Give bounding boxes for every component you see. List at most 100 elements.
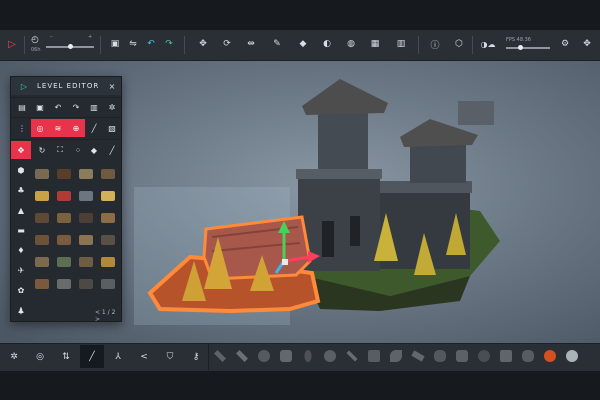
ore-icon[interactable]: [522, 350, 534, 362]
brightness-icon[interactable]: ◐: [320, 36, 334, 52]
info-icon[interactable]: ⓘ: [428, 36, 442, 52]
bottom-divider: [208, 343, 209, 370]
wifi-mode-icon[interactable]: ≋: [49, 119, 67, 137]
bars-icon[interactable]: ⋮: [13, 119, 31, 137]
camera-icon[interactable]: ▣: [108, 36, 122, 52]
play-icon[interactable]: ▷: [4, 34, 20, 54]
cube-icon[interactable]: ⬡: [452, 36, 466, 52]
plate-icon[interactable]: [258, 350, 270, 362]
asset-item[interactable]: [35, 257, 49, 267]
asset-item[interactable]: [35, 213, 49, 223]
scale-icon[interactable]: ⇹: [244, 36, 258, 52]
fence-icon[interactable]: ▬: [11, 221, 31, 239]
asset-item[interactable]: [101, 169, 115, 179]
rotate-icon[interactable]: ↻: [33, 141, 51, 159]
tripod-icon[interactable]: ⅄: [106, 345, 130, 368]
save-icon[interactable]: ▤: [13, 98, 31, 116]
time-slider-knob[interactable]: [68, 44, 73, 49]
expand-icon[interactable]: ✥: [580, 36, 594, 52]
timer-icon[interactable]: ◴: [28, 33, 42, 47]
asset-item[interactable]: [101, 279, 115, 289]
target-mode-icon[interactable]: ◎: [31, 119, 49, 137]
leaf-icon[interactable]: [390, 350, 402, 362]
asset-item[interactable]: [35, 235, 49, 245]
asset-item[interactable]: [35, 169, 49, 179]
asset-item[interactable]: [101, 257, 115, 267]
cross-mode-icon[interactable]: ⊕: [67, 119, 85, 137]
asset-item[interactable]: [79, 191, 93, 201]
time-slider-minus[interactable]: –: [50, 34, 53, 40]
undo-icon[interactable]: ↶: [144, 36, 158, 52]
share-icon[interactable]: <: [132, 345, 156, 368]
camera-icon[interactable]: ▣: [31, 98, 49, 116]
tree-icon[interactable]: ♣: [11, 181, 31, 199]
brick-icon[interactable]: [280, 350, 292, 362]
torch-icon[interactable]: ♦: [11, 241, 31, 259]
route-icon[interactable]: ⇅: [54, 345, 78, 368]
transform-icon[interactable]: ✥: [11, 141, 31, 159]
stone-icon[interactable]: ⬢: [11, 161, 31, 179]
brush-icon[interactable]: ✎: [270, 36, 284, 52]
fullscreen-icon[interactable]: ⛶: [51, 141, 69, 159]
rock-icon[interactable]: [434, 350, 446, 362]
bark-icon[interactable]: [500, 350, 512, 362]
asset-item[interactable]: [57, 235, 71, 245]
asset-item[interactable]: [35, 279, 49, 289]
target-icon[interactable]: ◎: [28, 345, 52, 368]
gear-icon[interactable]: [324, 350, 336, 362]
redo-icon[interactable]: ↷: [67, 98, 85, 116]
moon-icon[interactable]: [566, 350, 578, 362]
asset-item[interactable]: [101, 235, 115, 245]
asset-item[interactable]: [79, 213, 93, 223]
gear-icon[interactable]: ⚙: [558, 36, 572, 52]
bird-icon[interactable]: ✈: [11, 261, 31, 279]
asset-item[interactable]: [57, 191, 71, 201]
trash-icon[interactable]: ▥: [85, 98, 103, 116]
shield-icon[interactable]: ⛉: [158, 345, 182, 368]
asset-item[interactable]: [57, 213, 71, 223]
rotate-icon[interactable]: ⟳: [220, 36, 234, 52]
key-icon[interactable]: ⚷: [184, 345, 208, 368]
lava-icon[interactable]: [544, 350, 556, 362]
asset-item[interactable]: [79, 169, 93, 179]
undo-icon[interactable]: ↶: [49, 98, 67, 116]
grid-icon[interactable]: ▦: [368, 36, 382, 52]
chain-icon[interactable]: [304, 350, 312, 362]
scroll-icon[interactable]: [456, 350, 468, 362]
pen-icon[interactable]: ╱: [103, 141, 121, 159]
mountain-icon[interactable]: ▲: [11, 201, 31, 219]
weather-icon[interactable]: ◑☁: [478, 36, 498, 52]
globe-icon[interactable]: ◍: [344, 36, 358, 52]
play-icon[interactable]: ▷: [15, 77, 33, 95]
gear-icon[interactable]: ✲: [103, 98, 121, 116]
close-icon[interactable]: ×: [103, 77, 121, 95]
trash-icon[interactable]: ▥: [394, 36, 408, 52]
star-icon[interactable]: ✦: [11, 303, 31, 321]
redo-icon[interactable]: ↷: [162, 36, 176, 52]
move-icon[interactable]: ✥: [196, 36, 210, 52]
asset-item[interactable]: [101, 191, 115, 201]
asset-item[interactable]: [101, 213, 115, 223]
asset-item[interactable]: [57, 257, 71, 267]
asset-pager[interactable]: < 1 / 2 >: [95, 309, 121, 323]
fill-icon[interactable]: ◆: [296, 36, 310, 52]
asset-item[interactable]: [79, 279, 93, 289]
stamp-icon[interactable]: [368, 350, 380, 362]
fps-slider[interactable]: [506, 47, 550, 49]
wand-icon[interactable]: ╱: [80, 345, 104, 368]
app-frame: ▷ ◴ 06h – + ▣ ⇋ ↶ ↷ ✥ ⟳ ⇹ ✎ ◆ ◐ ◍ ▦ ▥ ⓘ …: [0, 0, 600, 400]
asset-item[interactable]: [57, 279, 71, 289]
flip-icon[interactable]: ⇋: [126, 36, 140, 52]
asset-item[interactable]: [35, 191, 49, 201]
asset-item[interactable]: [79, 257, 93, 267]
asset-item[interactable]: [79, 235, 93, 245]
drop-icon[interactable]: ◆: [85, 141, 103, 159]
fps-slider-knob[interactable]: [518, 45, 523, 50]
brush-icon[interactable]: ╱: [85, 119, 103, 137]
coal-icon[interactable]: [478, 350, 490, 362]
flower-icon[interactable]: ✿: [11, 281, 31, 299]
settings-icon[interactable]: ✲: [2, 345, 26, 368]
layers-icon[interactable]: ▧: [103, 119, 121, 137]
time-slider-plus[interactable]: +: [88, 34, 92, 40]
asset-item[interactable]: [57, 169, 71, 179]
